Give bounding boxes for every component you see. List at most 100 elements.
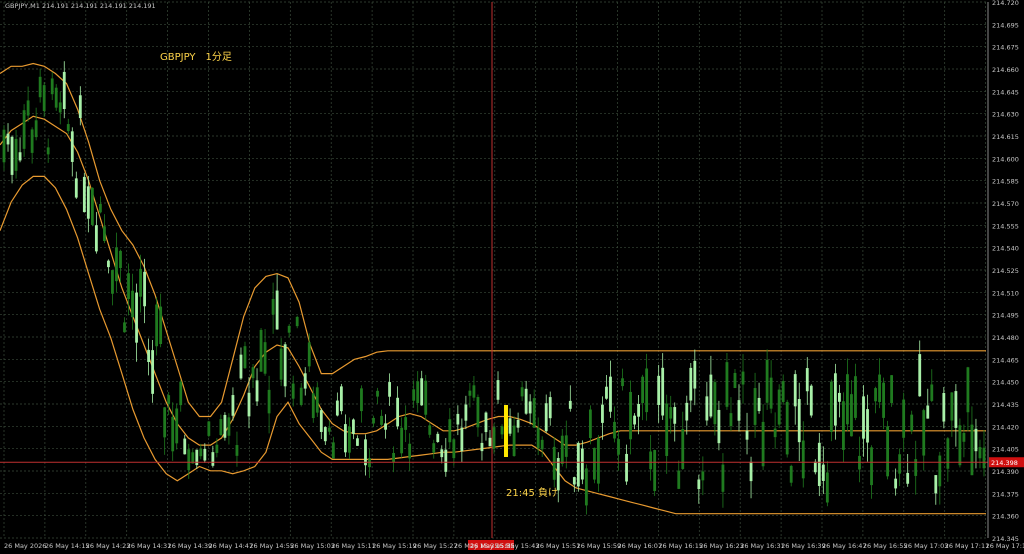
candle-body [42,85,46,111]
candle-body [669,407,673,419]
price-tick-label: 214.630 [992,111,1019,119]
candle-body [275,290,279,330]
candle-body [139,268,142,297]
candle-body [392,452,395,463]
candle-body [685,402,689,421]
candle-body [580,448,584,480]
candle-body [90,187,94,225]
candle-body [70,131,74,162]
candle-body [203,448,207,461]
candle-body [749,461,753,482]
candle-body [930,384,934,401]
candle-body [821,464,825,481]
candle-body [404,417,408,430]
candle-body [183,438,187,455]
candle-body [111,270,114,294]
price-tick-label: 214.375 [992,490,1019,498]
price-tick-label: 214.465 [992,356,1019,364]
candle-body [982,447,986,469]
candle-body [259,329,263,372]
price-tick-label: 214.450 [992,379,1019,387]
candle-body [789,465,793,483]
candle-body [6,133,10,145]
candle-body [910,414,914,432]
candle-body [568,400,572,409]
candle-body [681,429,685,469]
time-tick-label: 26 May 16:07 [618,542,663,550]
price-tick-label: 214.405 [992,446,1019,454]
candle-body [572,477,576,485]
candle-body [922,410,926,456]
candle-body [677,470,681,489]
price-tick-label: 214.660 [992,66,1019,74]
candle-body [773,428,777,438]
candle-body [713,382,717,425]
candle-body [364,439,367,466]
candle-body [512,425,516,457]
candle-body [219,419,223,436]
time-tick-label: 26 May 16:15 [658,542,703,550]
candle-body [520,387,524,397]
candle-body [854,376,857,418]
candle-body [207,421,211,436]
candle-body [34,120,38,138]
candle-body [649,451,653,470]
candle-body [98,203,102,213]
time-tick-label: 26 May 17:03 [904,542,949,550]
candle-body [319,410,323,432]
candle-body [705,396,709,421]
candle-body [793,374,797,407]
candle-body [263,342,267,374]
price-tick-label: 214.570 [992,200,1019,208]
candle-body [617,439,620,455]
time-tick-label: 26 May 16:39 [781,542,826,550]
candle-body [914,459,918,476]
candle-body [456,413,460,425]
candle-body [480,442,484,452]
chart-title: GBPJPY 1分足 [160,51,232,63]
candle-body [376,390,379,397]
candle-body [380,415,383,425]
time-tick-label: 26 May 15:51 [536,542,581,550]
candle-body [251,367,255,379]
candle-body [536,427,540,449]
candle-body [339,386,343,412]
candle-body [295,316,299,327]
time-tick-label: 26 May 15:03 [290,542,335,550]
price-tick-label: 214.360 [992,513,1019,521]
candle-body [496,380,500,400]
candle-body [882,382,885,418]
candle-body [30,129,34,153]
candle-body [757,397,761,412]
candle-body [468,390,472,396]
candle-body [584,468,588,506]
candle-body [428,425,432,435]
price-tick-label: 214.675 [992,44,1019,52]
candle-body [906,472,910,484]
time-tick-label: 26 May 16:31 [740,542,785,550]
candle-body [974,428,978,452]
candle-body [307,342,311,367]
price-tick-label: 214.540 [992,245,1019,253]
candle-body [103,226,106,242]
candle-body [797,399,801,443]
candle-body [613,421,616,439]
candle-body [147,349,151,362]
candle-body [765,359,769,403]
candle-body [898,454,902,474]
candle-body [199,448,203,457]
candle-body [745,430,749,440]
candle-body [918,354,922,397]
time-tick-label: 26 May 17:11 [945,542,990,550]
candle-body [352,419,355,434]
time-tick-label: 26 May 15:43 [495,542,540,550]
candle-body [58,102,62,113]
candle-body [131,290,134,318]
candle-body [187,449,191,471]
price-chart[interactable]: 214.398 26 May 15:35 214.720 214.695 214.67… [0,0,1024,550]
candle-body [211,452,215,466]
candle-body [516,419,520,428]
candle-body [159,306,163,344]
candle-body [870,447,873,486]
candle-body [215,444,219,453]
